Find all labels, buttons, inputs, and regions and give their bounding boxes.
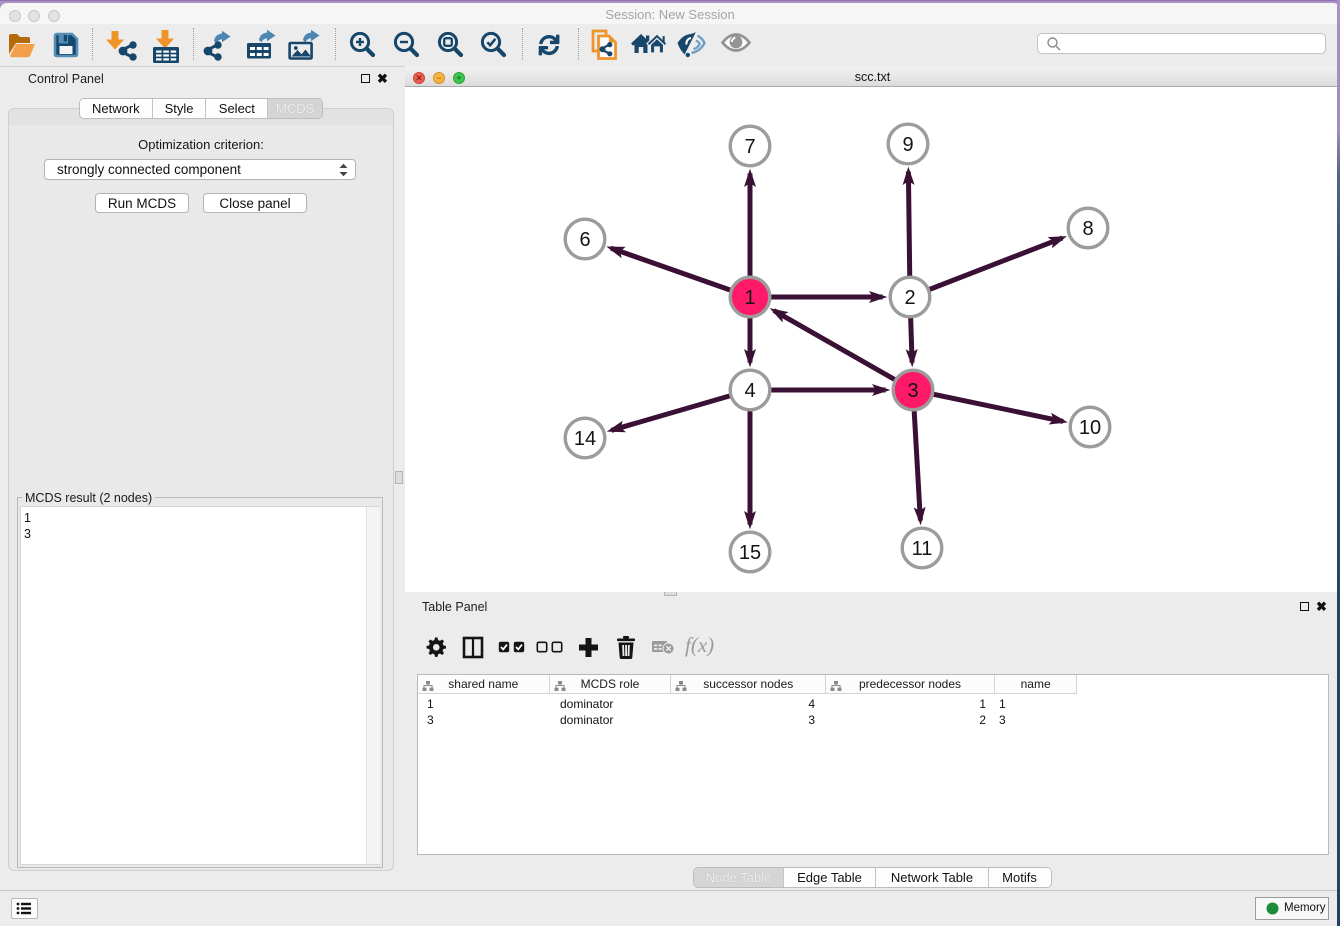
svg-text:8: 8 [1082,218,1093,240]
svg-text:1: 1 [744,287,755,309]
svg-text:2: 2 [904,287,915,309]
svg-text:7: 7 [744,136,755,158]
svg-text:11: 11 [912,538,933,560]
svg-text:9: 9 [902,134,913,156]
svg-text:14: 14 [574,428,596,450]
svg-text:15: 15 [739,542,761,564]
svg-text:10: 10 [1079,417,1101,439]
svg-text:3: 3 [907,380,918,402]
svg-text:4: 4 [744,380,755,402]
svg-text:6: 6 [579,229,590,251]
